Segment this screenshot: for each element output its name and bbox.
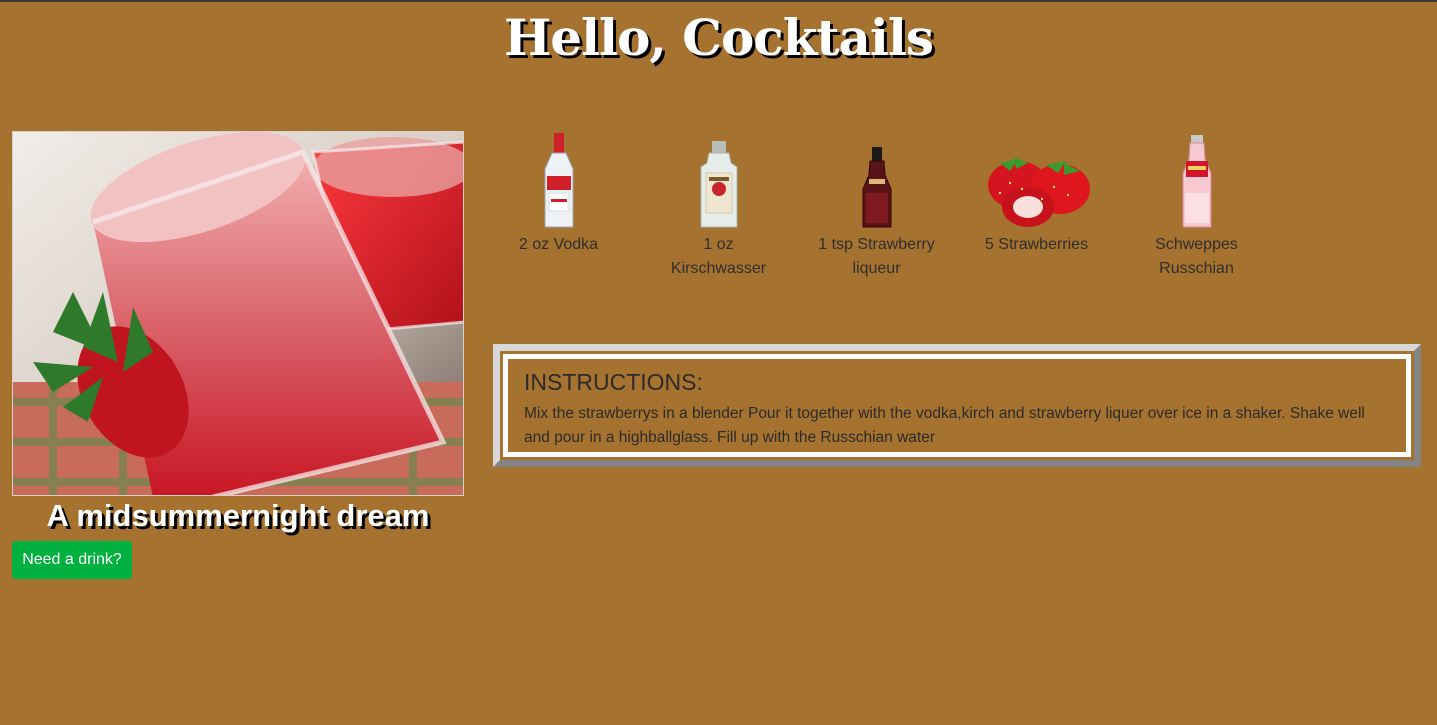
top-border bbox=[0, 0, 1437, 2]
page-title: Hello, Cocktails bbox=[503, 8, 934, 67]
ingredient-vodka: 2 oz Vodka bbox=[496, 128, 621, 257]
ingredient-schweppes: Schweppes Russchian bbox=[1134, 128, 1259, 281]
ingredient-kirschwasser: 1 oz Kirschwasser bbox=[656, 128, 781, 281]
instructions-inner: INSTRUCTIONS: Mix the strawberrys in a b… bbox=[503, 354, 1411, 457]
vodka-bottle-icon bbox=[496, 128, 621, 231]
drink-name: A midsummernight dream bbox=[46, 498, 430, 533]
liqueur-bottle-icon bbox=[814, 128, 939, 231]
ingredient-label: 1 tsp Strawberry liqueur bbox=[818, 236, 935, 277]
instructions-text: Mix the strawberrys in a blender Pour it… bbox=[524, 405, 1365, 446]
ingredient-label: 2 oz Vodka bbox=[518, 236, 599, 253]
ingredient-strawberry-liqueur: 1 tsp Strawberry liqueur bbox=[814, 128, 939, 281]
kirschwasser-bottle-icon bbox=[656, 128, 781, 231]
strawberries-icon bbox=[974, 128, 1099, 231]
need-a-drink-button[interactable]: Need a drink? bbox=[12, 541, 132, 579]
ingredients-list: 2 oz Vodka 1 oz Kirschwasser 1 tsp Straw… bbox=[496, 128, 1316, 288]
instructions-heading: INSTRUCTIONS: bbox=[524, 369, 703, 395]
ingredient-label: Schweppes Russchian bbox=[1155, 236, 1238, 277]
ingredient-label: 5 Strawberries bbox=[984, 236, 1089, 253]
ingredient-label: 1 oz Kirschwasser bbox=[670, 236, 767, 277]
schweppes-bottle-icon bbox=[1134, 128, 1259, 231]
ingredient-strawberries: 5 Strawberries bbox=[974, 128, 1099, 257]
instructions-panel: INSTRUCTIONS: Mix the strawberrys in a b… bbox=[493, 344, 1421, 467]
cocktail-photo bbox=[12, 131, 464, 496]
